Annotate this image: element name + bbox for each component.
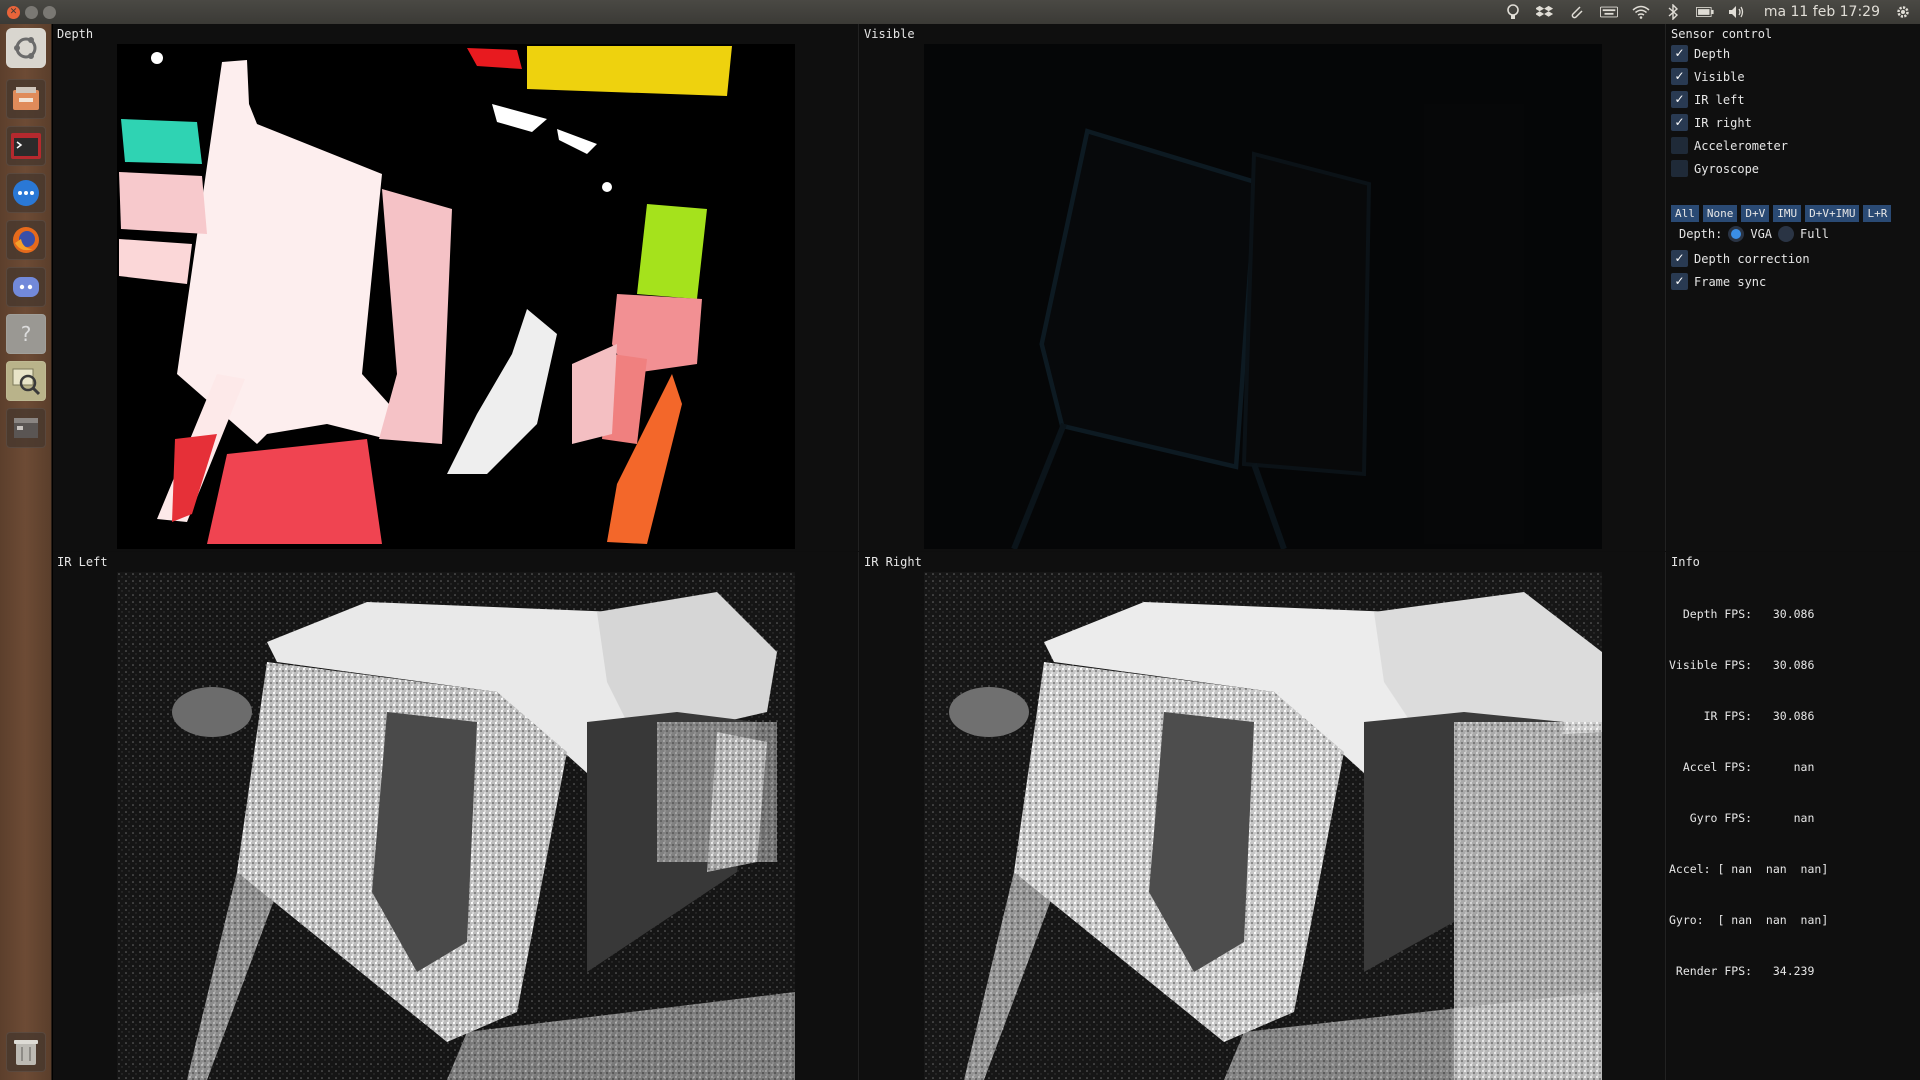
- depth-correction-checkbox-row[interactable]: ✓ Depth correction: [1671, 249, 1810, 268]
- depth-panel: Depth: [53, 24, 859, 551]
- none-button[interactable]: None: [1702, 205, 1738, 222]
- system-tray: ma 11 feb 17:29: [1504, 0, 1912, 24]
- messaging-icon[interactable]: [6, 173, 46, 213]
- checkmark-icon[interactable]: ✓: [1671, 273, 1688, 290]
- ir-right-checkbox-row[interactable]: ✓ IR right: [1671, 113, 1752, 132]
- image-viewer-icon[interactable]: [6, 361, 46, 401]
- svg-text:?: ?: [21, 322, 32, 346]
- maximize-window-button[interactable]: [43, 5, 56, 19]
- vga-radio[interactable]: [1728, 226, 1745, 242]
- help-icon[interactable]: ?: [6, 314, 46, 354]
- keyboard-icon[interactable]: [1599, 4, 1618, 20]
- visible-panel: Visible: [860, 24, 1666, 551]
- panel-title: Depth: [57, 27, 94, 41]
- imu-button[interactable]: IMU: [1773, 205, 1802, 222]
- checkbox-label: Frame sync: [1694, 274, 1767, 289]
- clock[interactable]: ma 11 feb 17:29: [1764, 4, 1880, 20]
- files-icon[interactable]: [6, 79, 46, 119]
- checkbox-label: IR right: [1694, 115, 1752, 130]
- trash-icon[interactable]: [6, 1032, 46, 1072]
- window-icon[interactable]: [6, 408, 46, 448]
- depth-visible-button[interactable]: D+V: [1741, 205, 1770, 222]
- checkmark-icon[interactable]: ✓: [1671, 114, 1688, 131]
- ubuntu-logo-icon[interactable]: [6, 28, 46, 68]
- ir-left-panel: IR Left: [53, 552, 859, 1080]
- ir-left-image: [117, 572, 795, 1080]
- preset-buttons: All None D+V IMU D+V+IMU L+R: [1671, 205, 1892, 222]
- checkmark-icon[interactable]: ✓: [1671, 68, 1688, 85]
- checkbox-label: Accelerometer: [1694, 138, 1788, 153]
- render-fps-line: Render FPS: 34.239: [1669, 964, 1815, 978]
- ir-left-checkbox-row[interactable]: ✓ IR left: [1671, 90, 1745, 109]
- visible-fps-line: Visible FPS: 30.086: [1669, 658, 1815, 672]
- window-controls: ✕: [7, 5, 56, 19]
- full-radio-label: Full: [1800, 227, 1829, 241]
- frame-sync-checkbox-row[interactable]: ✓ Frame sync: [1671, 272, 1766, 291]
- bluetooth-icon[interactable]: [1664, 4, 1682, 20]
- sensor-viewer-app: Depth Visible IR Left IR Right Sensor co…: [53, 24, 1920, 1080]
- sensor-control-title: Sensor control: [1671, 27, 1773, 41]
- checkmark-icon[interactable]: ✓: [1671, 45, 1688, 62]
- accelerometer-checkbox-row[interactable]: Accelerometer: [1671, 136, 1788, 155]
- accel-values-line: Accel: [ nan nan nan]: [1669, 862, 1829, 876]
- minimize-window-button[interactable]: [25, 5, 38, 19]
- info-lines: Depth FPS: 30.086 Visible FPS: 30.086 IR…: [1669, 572, 1828, 1014]
- info-panel: Info Depth FPS: 30.086 Visible FPS: 30.0…: [1667, 552, 1920, 1080]
- dropbox-icon[interactable]: [1535, 4, 1554, 20]
- close-window-button[interactable]: ✕: [7, 5, 20, 19]
- launcher: ?: [0, 24, 52, 1080]
- depth-checkbox-row[interactable]: ✓ Depth: [1671, 44, 1730, 63]
- left-right-button[interactable]: L+R: [1863, 205, 1892, 222]
- depth-resolution-label: Depth:: [1679, 227, 1723, 241]
- visible-image: [924, 44, 1602, 549]
- checkmark-icon[interactable]: ✓: [1671, 91, 1688, 108]
- full-radio[interactable]: [1778, 226, 1795, 242]
- settings-gear-icon[interactable]: [1894, 4, 1912, 20]
- info-title: Info: [1671, 555, 1700, 569]
- depth-fps-line: Depth FPS: 30.086: [1669, 607, 1815, 621]
- vga-radio-label: VGA: [1750, 227, 1773, 241]
- battery-icon[interactable]: [1695, 4, 1714, 20]
- ir-right-image: [924, 572, 1602, 1080]
- checkbox-label: IR left: [1694, 92, 1745, 107]
- all-button[interactable]: All: [1671, 205, 1699, 222]
- panel-title: IR Right: [864, 555, 922, 569]
- volume-icon[interactable]: [1728, 4, 1746, 20]
- terminal-icon[interactable]: [6, 126, 46, 166]
- accel-fps-line: Accel FPS: nan: [1669, 760, 1815, 774]
- depth-image: [117, 44, 795, 549]
- checkbox-label: Depth correction: [1694, 251, 1810, 266]
- ir-fps-line: IR FPS: 30.086: [1669, 709, 1815, 723]
- checkbox-label: Gyroscope: [1694, 161, 1760, 176]
- panel-title: Visible: [864, 27, 915, 41]
- checkbox-label: Visible: [1694, 69, 1745, 84]
- panel-title: IR Left: [57, 555, 108, 569]
- wifi-icon[interactable]: [1632, 4, 1650, 20]
- checkbox-label: Depth: [1694, 46, 1731, 61]
- gyro-values-line: Gyro: [ nan nan nan]: [1669, 913, 1829, 927]
- firefox-icon[interactable]: [6, 220, 46, 260]
- checkbox-unchecked[interactable]: [1671, 137, 1688, 154]
- top-panel: ✕ ma 11 feb 17:29: [0, 0, 1920, 24]
- lightbulb-icon[interactable]: [1504, 4, 1522, 20]
- discord-icon[interactable]: [6, 267, 46, 307]
- gyroscope-checkbox-row[interactable]: Gyroscope: [1671, 159, 1759, 178]
- depth-visible-imu-button[interactable]: D+V+IMU: [1805, 205, 1860, 222]
- gyro-fps-line: Gyro FPS: nan: [1669, 811, 1815, 825]
- checkbox-unchecked[interactable]: [1671, 160, 1688, 177]
- paperclip-icon[interactable]: [1568, 4, 1586, 20]
- ir-right-panel: IR Right: [860, 552, 1666, 1080]
- visible-checkbox-row[interactable]: ✓ Visible: [1671, 67, 1745, 86]
- checkmark-icon[interactable]: ✓: [1671, 250, 1688, 267]
- depth-resolution-row: Depth: VGA Full: [1679, 226, 1829, 242]
- sensor-control-panel: Sensor control ✓ Depth ✓ Visible ✓ IR le…: [1667, 24, 1920, 551]
